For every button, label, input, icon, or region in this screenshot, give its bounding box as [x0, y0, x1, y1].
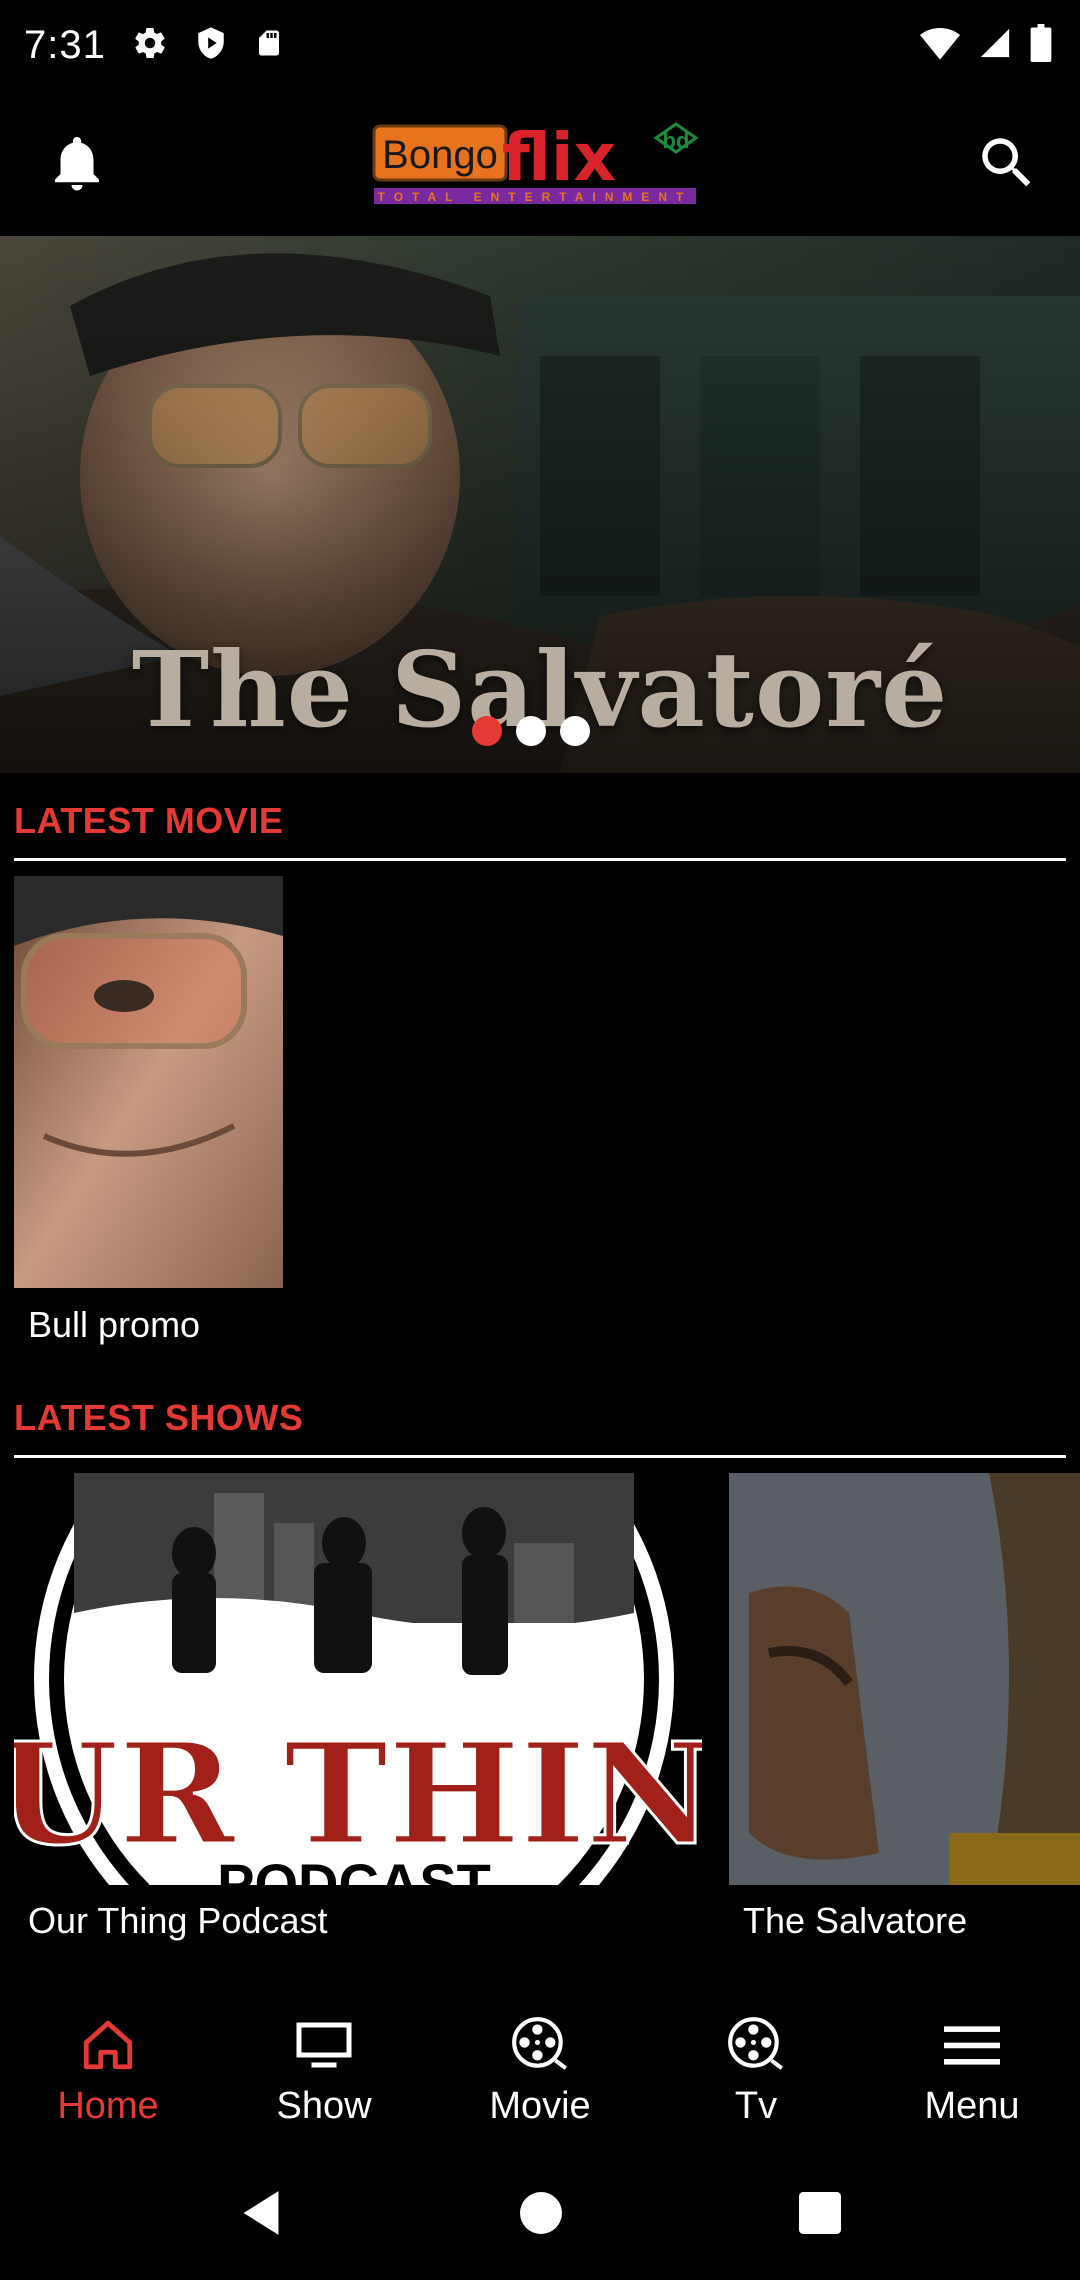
nav-label: Show — [276, 2085, 372, 2127]
show-title[interactable]: Our Thing Podcast — [28, 1900, 328, 1942]
divider — [14, 858, 1066, 861]
status-time: 7:31 — [24, 22, 106, 67]
nav-show[interactable]: Show — [216, 1985, 432, 2150]
show-thumbnail[interactable]: OUR THING PODCAST — [14, 1473, 702, 1885]
svg-text:flix: flix — [502, 119, 616, 196]
status-bar: 7:31 — [0, 0, 1080, 90]
bottom-navigation: Home Show Movie Tv Menu — [0, 1985, 1080, 2150]
carousel-dot[interactable] — [472, 716, 502, 746]
show-thumbnail[interactable] — [729, 1473, 1080, 1885]
carousel-dot[interactable] — [516, 716, 546, 746]
svg-text:Bongo: Bongo — [382, 133, 498, 177]
signal-icon — [978, 26, 1012, 65]
svg-text:PODCAST: PODCAST — [217, 1852, 491, 1885]
wifi-icon — [920, 26, 960, 65]
nav-label: Home — [57, 2085, 159, 2127]
gear-icon — [132, 25, 168, 66]
hero-banner[interactable]: The Salvatoré — [0, 236, 1080, 773]
show-title[interactable]: The Salvatore — [743, 1900, 967, 1942]
back-icon[interactable] — [239, 2189, 283, 2242]
nav-tv[interactable]: Tv — [648, 1985, 864, 2150]
movie-title[interactable]: Bull promo — [28, 1304, 200, 1346]
bell-icon[interactable] — [44, 130, 110, 196]
monitor-icon — [292, 2013, 356, 2077]
system-navigation-bar — [0, 2170, 1080, 2260]
recents-icon[interactable] — [799, 2191, 842, 2239]
carousel-indicator — [472, 716, 590, 746]
app-logo: Bongo flix bd TOTAL ENTERTAINMENT — [372, 118, 704, 208]
shield-play-icon — [194, 25, 228, 66]
search-icon[interactable] — [974, 130, 1040, 196]
nav-home[interactable]: Home — [0, 1985, 216, 2150]
divider — [14, 1455, 1066, 1458]
latest-shows-heading: LATEST SHOWS — [14, 1397, 304, 1438]
film-reel-icon — [508, 2013, 572, 2077]
nav-movie[interactable]: Movie — [432, 1985, 648, 2150]
app-bar: Bongo flix bd TOTAL ENTERTAINMENT — [0, 90, 1080, 236]
nav-menu[interactable]: Menu — [864, 1985, 1080, 2150]
status-right — [920, 23, 1052, 67]
home-circle-icon[interactable] — [519, 2191, 562, 2239]
film-reel-icon — [724, 2013, 788, 2077]
nav-label: Movie — [489, 2085, 591, 2127]
battery-icon — [1030, 23, 1052, 67]
nav-label: Menu — [924, 2085, 1020, 2127]
nav-label: Tv — [734, 2085, 778, 2127]
status-left: 7:31 — [24, 23, 284, 68]
sd-card-icon — [254, 26, 284, 65]
svg-text:TOTAL ENTERTAINMENT: TOTAL ENTERTAINMENT — [378, 190, 693, 204]
movie-thumbnail[interactable] — [14, 876, 283, 1288]
carousel-dot[interactable] — [560, 716, 590, 746]
svg-text:bd: bd — [663, 128, 690, 153]
latest-movie-heading: LATEST MOVIE — [14, 800, 284, 841]
hamburger-menu-icon — [940, 2013, 1004, 2077]
home-icon — [76, 2013, 140, 2077]
